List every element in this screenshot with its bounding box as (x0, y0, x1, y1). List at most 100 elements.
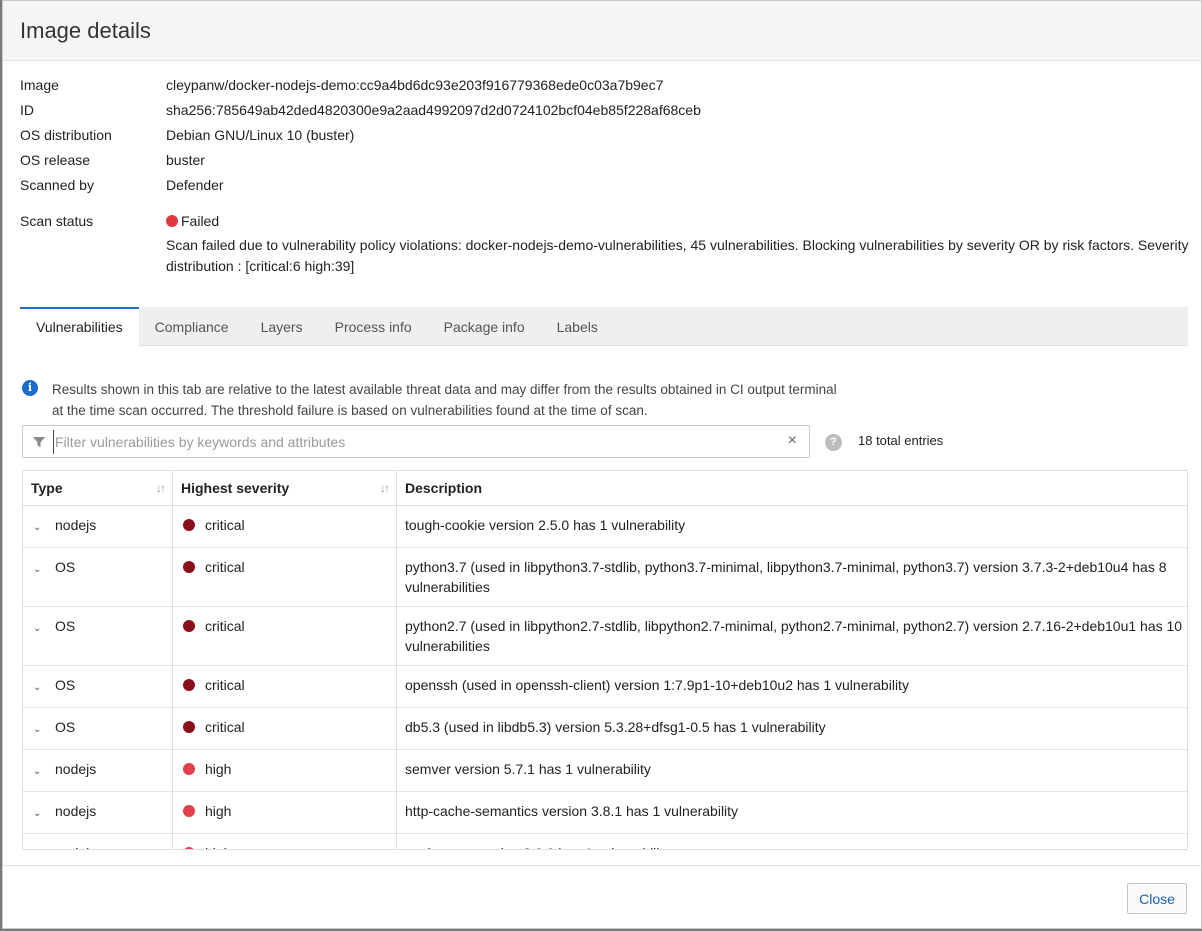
tab-compliance[interactable]: Compliance (139, 307, 245, 345)
severity-critical-icon (183, 620, 195, 632)
cell-type: ⌄ nodejs (23, 834, 173, 849)
tab-bar: Vulnerabilities Compliance Layers Proces… (20, 307, 1188, 347)
cell-severity: critical (173, 506, 397, 547)
table-row[interactable]: ⌄ nodejs high http-cache-semantics version … (23, 792, 1187, 834)
expand-chevron-icon[interactable]: ⌄ (33, 678, 47, 698)
cell-description: python3.7 (used in libpython3.7-stdlib, … (405, 559, 1167, 595)
table-body: ⌄ nodejs critical tough-cookie version 2.5.… (23, 506, 1187, 849)
expand-chevron-icon[interactable]: ⌄ (33, 804, 47, 824)
severity-critical-icon (183, 561, 195, 573)
cell-severity: critical (173, 548, 397, 606)
expand-chevron-icon[interactable]: ⌄ (33, 560, 47, 580)
type-label: OS (55, 719, 76, 735)
vulnerabilities-table: Type ↓↑ Highest severity ↓↑ Description … (22, 470, 1188, 850)
table-row[interactable]: ⌄ OS critical openssh (used in openssh-clie… (23, 666, 1187, 708)
tab-labels[interactable]: Labels (541, 307, 614, 345)
filter-input[interactable] (53, 430, 773, 454)
cell-severity: critical (173, 666, 397, 707)
expand-chevron-icon[interactable]: ⌄ (33, 846, 47, 849)
filter-box: × (22, 425, 810, 458)
scan-status-value: Failed (166, 213, 1186, 229)
id-label: ID (20, 102, 34, 118)
type-label: nodejs (55, 517, 97, 533)
expand-chevron-icon[interactable]: ⌄ (33, 720, 47, 740)
table-row[interactable]: ⌄ OS critical python3.7 (used in libpython3… (23, 548, 1187, 607)
sort-icon[interactable]: ↓↑ (380, 471, 390, 505)
table-row[interactable]: ⌄ OS critical db5.3 (used in libdb5.3) vers… (23, 708, 1187, 750)
table-row[interactable]: ⌄ OS critical python2.7 (used in libpython2… (23, 607, 1187, 666)
cell-type: ⌄ nodejs (23, 792, 173, 833)
severity-label: critical (205, 559, 245, 575)
cell-type: ⌄ nodejs (23, 750, 173, 791)
cell-description: ansi-regex version 3.0.0 has 1 vulnerabi… (397, 834, 1187, 849)
table-row[interactable]: ⌄ nodejs high semver version 5.7.1 has 1 vu… (23, 750, 1187, 792)
os-release-value: buster (166, 152, 205, 168)
severity-high-icon (183, 763, 195, 775)
scan-status-message: Scan failed due to vulnerability policy … (166, 237, 1189, 274)
severity-critical-icon (183, 519, 195, 531)
scan-status-label: Scan status (20, 213, 94, 229)
cell-description: tough-cookie version 2.5.0 has 1 vulnera… (405, 517, 686, 533)
severity-label: critical (205, 517, 245, 533)
expand-chevron-icon[interactable]: ⌄ (33, 619, 47, 639)
cell-description: db5.3 (used in libdb5.3) version 5.3.28+… (405, 719, 826, 735)
id-value: sha256:785649ab42ded4820300e9a2aad499209… (166, 102, 701, 118)
scanned-by-label: Scanned by (20, 177, 94, 193)
sort-icon[interactable]: ↓↑ (156, 471, 166, 505)
help-icon[interactable]: ? (825, 434, 842, 451)
severity-label: high (205, 761, 232, 777)
cell-severity: high (173, 792, 397, 833)
cell-severity: critical (173, 708, 397, 749)
cell-severity: critical (173, 607, 397, 665)
column-header-type[interactable]: Type ↓↑ (23, 471, 173, 505)
cell-description: semver version 5.7.1 has 1 vulnerability (405, 761, 651, 777)
tab-vulnerabilities[interactable]: Vulnerabilities (20, 307, 139, 347)
info-text: Results shown in this tab are relative t… (52, 379, 912, 421)
tab-package-info[interactable]: Package info (428, 307, 541, 345)
cell-type: ⌄ OS (23, 548, 173, 606)
severity-critical-icon (183, 721, 195, 733)
modal-footer: Close (3, 865, 1201, 929)
type-label: OS (55, 618, 76, 634)
severity-high-icon (183, 847, 195, 849)
info-icon: i (22, 380, 38, 396)
cell-severity: high (173, 750, 397, 791)
expand-chevron-icon[interactable]: ⌄ (33, 518, 47, 538)
severity-label: critical (205, 677, 245, 693)
cell-severity: high (173, 834, 397, 849)
scanned-by-value: Defender (166, 177, 224, 193)
scan-status-text: Failed (181, 213, 220, 229)
modal-header: Image details (3, 1, 1201, 61)
tab-layers[interactable]: Layers (245, 307, 319, 345)
cell-type: ⌄ nodejs (23, 506, 173, 547)
clear-filter-icon[interactable]: × (788, 432, 797, 450)
cell-description: python2.7 (used in libpython2.7-stdlib, … (405, 618, 1183, 654)
os-distribution-value: Debian GNU/Linux 10 (buster) (166, 127, 355, 143)
type-label: nodejs (55, 803, 97, 819)
type-label: OS (55, 559, 76, 575)
severity-label: high (205, 803, 232, 819)
column-header-highest-severity[interactable]: Highest severity ↓↑ (173, 471, 397, 505)
cell-type: ⌄ OS (23, 666, 173, 707)
modal-title: Image details (20, 18, 151, 43)
failed-status-icon (166, 215, 178, 227)
image-details-modal: Image details Image cleypanw/docker-node… (2, 0, 1202, 929)
severity-high-icon (183, 805, 195, 817)
severity-label: critical (205, 719, 245, 735)
os-release-label: OS release (20, 152, 91, 168)
expand-chevron-icon[interactable]: ⌄ (33, 762, 47, 782)
type-label: OS (55, 677, 76, 693)
table-row[interactable]: ⌄ nodejs high ansi-regex version 3.0.0 has … (23, 834, 1187, 849)
cell-description: http-cache-semantics version 3.8.1 has 1… (405, 803, 739, 819)
tab-process-info[interactable]: Process info (319, 307, 428, 345)
image-label: Image (20, 77, 59, 93)
cell-type: ⌄ OS (23, 708, 173, 749)
close-button[interactable]: Close (1127, 883, 1187, 914)
severity-label: critical (205, 618, 245, 634)
image-value: cleypanw/docker-nodejs-demo:cc9a4bd6dc93… (166, 77, 664, 93)
info-line-1: Results shown in this tab are relative t… (52, 382, 837, 397)
column-header-description: Description (405, 480, 483, 496)
cell-type: ⌄ OS (23, 607, 173, 665)
type-label: nodejs (55, 845, 96, 849)
table-row[interactable]: ⌄ nodejs critical tough-cookie version 2.5.… (23, 506, 1187, 548)
